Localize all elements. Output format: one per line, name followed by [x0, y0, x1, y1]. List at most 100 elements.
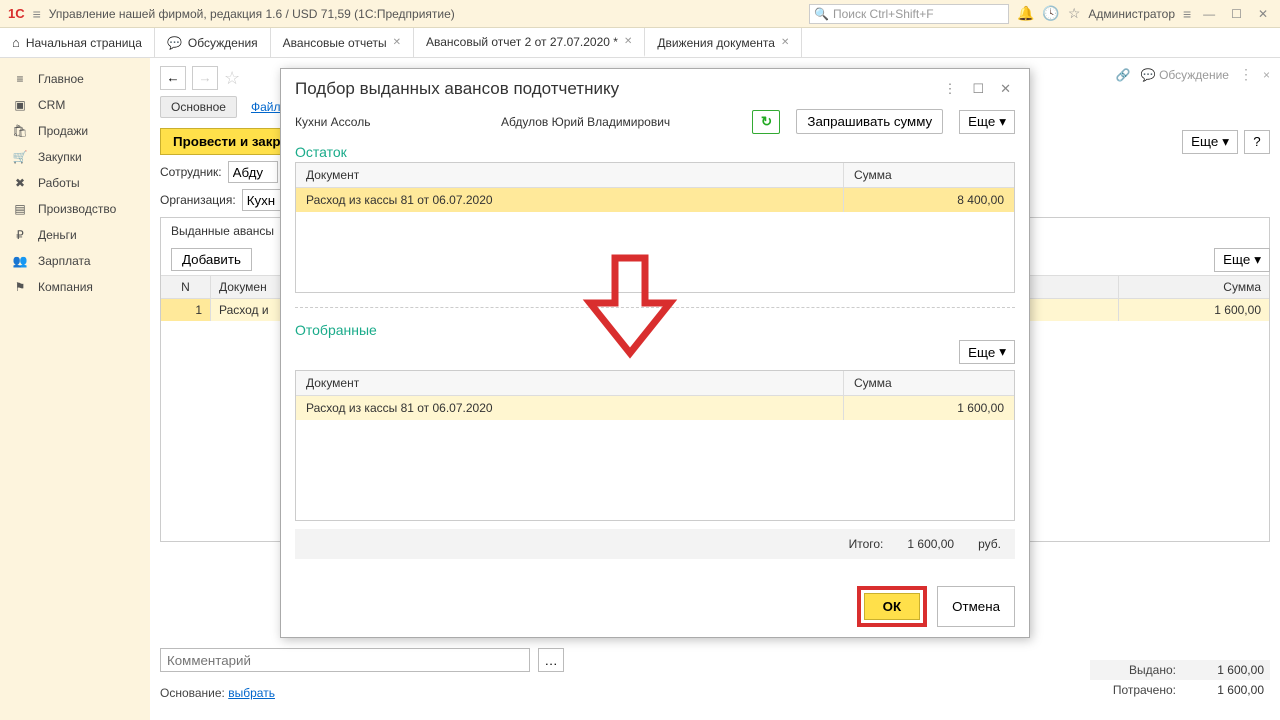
sidebar-item-money[interactable]: ₽Деньги [0, 222, 150, 248]
sidebar-item-crm[interactable]: ▣ CRM [0, 92, 150, 118]
section-files[interactable]: Файл [251, 100, 281, 114]
sidebar-label: Работы [38, 176, 80, 190]
total-value: 1 600,00 [907, 537, 954, 551]
tab-discussions[interactable]: 💬Обсуждения [155, 28, 271, 57]
process-close-button[interactable]: Провести и закр [160, 128, 294, 155]
more-button[interactable]: Еще▾ [959, 340, 1015, 364]
maximize-icon[interactable]: ☐ [968, 81, 988, 97]
clock-icon[interactable]: 🕓 [1042, 5, 1059, 22]
back-button[interactable]: ← [160, 66, 186, 90]
close-icon[interactable]: × [1263, 68, 1270, 82]
cell-doc: Расход из кассы 81 от 06.07.2020 [296, 188, 844, 212]
tab-advance-reports[interactable]: Авансовые отчеты✕ [271, 28, 414, 57]
list-icon: ≡ [12, 72, 28, 86]
help-button[interactable]: ? [1244, 130, 1270, 154]
menu-icon[interactable]: ≡ [33, 6, 41, 22]
sidebar-label: Компания [38, 280, 93, 294]
selected-title: Отобранные [295, 322, 1015, 338]
close-icon[interactable]: ✕ [393, 37, 401, 48]
basis-select-link[interactable]: выбрать [228, 686, 275, 700]
sidebar-label: Зарплата [38, 254, 91, 268]
tools-icon: ✖ [12, 176, 28, 190]
minimize-button[interactable]: — [1199, 7, 1219, 21]
totals: Выдано:1 600,00 Потрачено:1 600,00 [1090, 660, 1270, 700]
sidebar: ≡Главное ▣CRM 🛍Продажи 🛒Закупки ✖Работы … [0, 58, 150, 720]
comment-more-button[interactable]: … [538, 648, 564, 672]
sidebar-item-salary[interactable]: 👥Зарплата [0, 248, 150, 274]
more-icon[interactable]: ⋮ [1239, 66, 1253, 83]
search-icon: 🔍 [814, 7, 829, 21]
modal-org: Кухни Ассоль [295, 115, 485, 129]
user-label[interactable]: Администратор [1088, 7, 1175, 21]
titlebar: 1C ≡ Управление нашей фирмой, редакция 1… [0, 0, 1280, 28]
org-label: Организация: [160, 193, 236, 207]
refresh-button[interactable]: ↻ [752, 110, 780, 134]
sidebar-item-production[interactable]: ▤Производство [0, 196, 150, 222]
total-currency: руб. [978, 537, 1001, 551]
more-icon[interactable]: ⋮ [939, 81, 960, 97]
bell-icon[interactable]: 🔔 [1017, 5, 1034, 22]
cell-sum: 8 400,00 [844, 188, 1014, 212]
employee-field[interactable] [228, 161, 278, 183]
close-icon[interactable]: ✕ [996, 81, 1015, 97]
more-button[interactable]: Еще▾ [959, 110, 1015, 134]
sidebar-item-works[interactable]: ✖ Работы [0, 170, 150, 196]
col-document: Документ [296, 371, 844, 395]
search-input[interactable]: 🔍 Поиск Ctrl+Shift+F [809, 4, 1009, 24]
total-label: Итого: [849, 537, 884, 551]
sidebar-item-company[interactable]: ⚑ Компания [0, 274, 150, 300]
close-icon[interactable]: ✕ [624, 36, 632, 47]
tab-advance-report-2[interactable]: Авансовый отчет 2 от 27.07.2020 *✕ [414, 28, 645, 57]
forward-button[interactable]: → [192, 66, 218, 90]
tab-label: Начальная страница [26, 36, 142, 50]
tab-doc-movements[interactable]: Движения документа ✕ [645, 28, 802, 57]
table-row[interactable]: Расход из кассы 81 от 06.07.2020 1 600,0… [296, 396, 1014, 420]
modal-employee: Абдулов Юрий Владимирович [501, 115, 736, 129]
discussion-link[interactable]: 💬 Обсуждение [1141, 68, 1229, 82]
chat-icon: 💬 [167, 36, 182, 50]
col-n: N [161, 276, 211, 298]
card-icon: ▣ [12, 98, 28, 112]
favorite-icon[interactable]: ☆ [224, 68, 240, 89]
cancel-button[interactable]: Отмена [937, 586, 1015, 627]
balance-table: Документ Сумма Расход из кассы 81 от 06.… [295, 162, 1015, 293]
star-icon[interactable]: ☆ [1068, 5, 1081, 22]
basket-icon: 🛍 [12, 124, 28, 138]
table-row[interactable]: Расход из кассы 81 от 06.07.2020 8 400,0… [296, 188, 1014, 212]
tab-home[interactable]: ⌂Начальная страница [0, 28, 155, 57]
cell-doc: Расход из кассы 81 от 06.07.2020 [296, 396, 844, 420]
coin-icon: ₽ [12, 228, 28, 242]
sidebar-label: CRM [38, 98, 65, 112]
close-icon[interactable]: ✕ [781, 37, 789, 48]
sidebar-label: Главное [38, 72, 84, 86]
add-button[interactable]: Добавить [171, 248, 252, 271]
sidebar-item-main[interactable]: ≡ Главное [0, 66, 150, 92]
col-document: Документ [296, 163, 844, 187]
flag-icon: ⚑ [12, 280, 28, 294]
ok-button[interactable]: ОК [864, 593, 921, 620]
sidebar-item-sales[interactable]: 🛍 Продажи [0, 118, 150, 144]
filter-icon[interactable]: ≡ [1183, 6, 1191, 22]
col-sum: Сумма [844, 371, 1014, 395]
request-sum-button[interactable]: Запрашивать сумму [796, 109, 943, 134]
more-button[interactable]: Еще▾ [1214, 248, 1270, 272]
sidebar-item-purchases[interactable]: 🛒Закупки [0, 144, 150, 170]
sidebar-label: Продажи [38, 124, 88, 138]
chevron-down-icon: ▾ [1222, 134, 1229, 150]
comment-input[interactable] [160, 648, 530, 672]
link-icon[interactable]: 🔗 [1116, 68, 1131, 82]
maximize-button[interactable]: ☐ [1227, 7, 1246, 21]
tab-bar: ⌂Начальная страница 💬Обсуждения Авансовы… [0, 28, 1280, 58]
close-button[interactable]: ✕ [1254, 7, 1272, 21]
cell-sum: 1 600,00 [844, 396, 1014, 420]
tab-label: Движения документа [657, 36, 775, 50]
cell-sum: 1 600,00 [1119, 299, 1269, 321]
col-sum: Сумма [1119, 276, 1269, 298]
spent-label: Потрачено: [1096, 683, 1176, 697]
section-main[interactable]: Основное [160, 96, 237, 118]
issued-value: 1 600,00 [1194, 663, 1264, 677]
more-button[interactable]: Еще▾ [1182, 130, 1238, 154]
stack-icon: ▤ [12, 202, 28, 216]
cart-icon: 🛒 [12, 150, 28, 164]
selected-table: Документ Сумма Расход из кассы 81 от 06.… [295, 370, 1015, 521]
